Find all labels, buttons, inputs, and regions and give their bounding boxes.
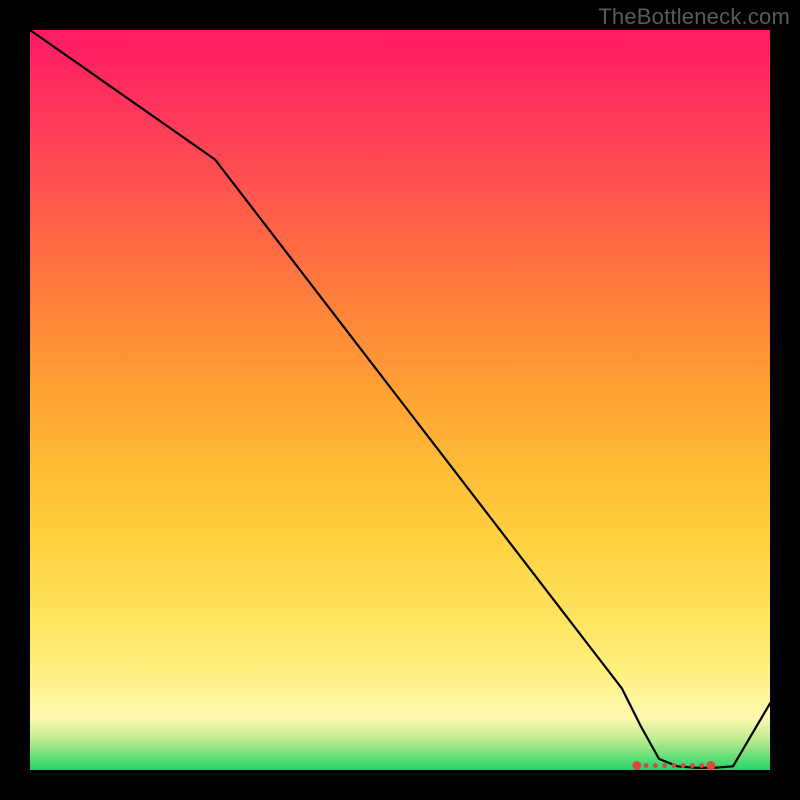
marker-dot — [699, 763, 704, 768]
marker-dot — [690, 763, 695, 768]
marker-dot — [644, 763, 649, 768]
marker-dot — [706, 761, 715, 770]
marker-dot — [671, 763, 676, 768]
marker-dot — [662, 763, 667, 768]
chart-frame: TheBottleneck.com — [0, 0, 800, 800]
marker-dot — [681, 763, 686, 768]
attribution-watermark: TheBottleneck.com — [598, 4, 790, 30]
plot-area — [30, 30, 770, 770]
marker-dot — [653, 763, 658, 768]
data-line — [30, 30, 770, 768]
plot-overlay-svg — [30, 30, 770, 770]
marker-dot — [632, 761, 641, 770]
